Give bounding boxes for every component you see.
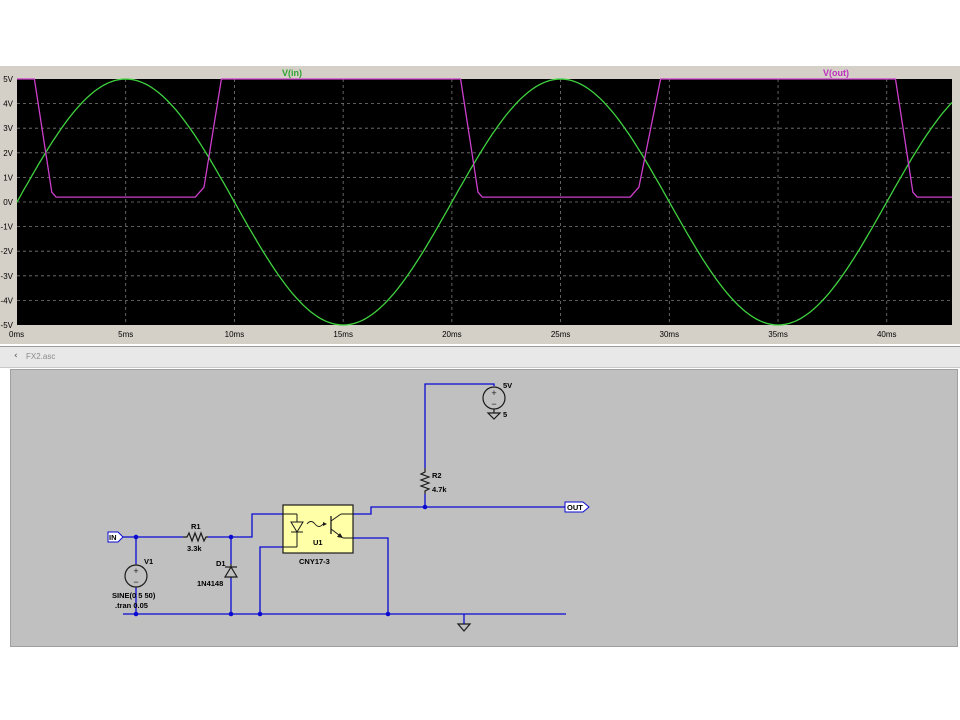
schematic-icon: ‹ <box>14 351 18 361</box>
u1-value: CNY17-3 <box>299 557 330 566</box>
junction-dot <box>228 534 234 540</box>
y-tick-label: 0V <box>3 198 13 207</box>
r1-name: R1 <box>191 522 201 531</box>
u1-name: U1 <box>313 538 323 547</box>
r1-resistor[interactable] <box>183 531 208 543</box>
x-tick-label: 40ms <box>877 330 897 339</box>
y-tick-label: 4V <box>3 100 13 109</box>
x-tick-label: 30ms <box>660 330 680 339</box>
d1-diode[interactable] <box>223 564 239 578</box>
waveform-plot[interactable]: 5V 4V 3V 2V 1V 0V -1V -2V -3V -4V -5V 0ms 5ms 10ms 15… <box>0 66 960 344</box>
y-tick-labels: 5V 4V 3V 2V 1V 0V -1V -2V -3V -4V -5V <box>1 75 14 330</box>
x-tick-label: 10ms <box>225 330 245 339</box>
y-tick-label: -2V <box>1 247 14 256</box>
x-tick-label: 5ms <box>118 330 133 339</box>
y-tick-label: 5V <box>3 75 13 84</box>
schematic-drawing[interactable]: IN OUT + − V1 SINE(0 5 50) .tran 0.05 R1 <box>11 370 957 646</box>
junction-dots <box>133 504 428 617</box>
v1-value: SINE(0 5 50) <box>112 591 156 600</box>
r2-resistor[interactable] <box>419 468 431 494</box>
in-port-label: IN <box>109 533 117 542</box>
r2-value: 4.7k <box>432 485 447 494</box>
ground-icon[interactable] <box>456 623 472 632</box>
svg-text:+: + <box>491 388 496 398</box>
wire <box>259 546 283 614</box>
y-tick-label: -3V <box>1 272 14 281</box>
waveform-viewer[interactable]: 5V 4V 3V 2V 1V 0V -1V -2V -3V -4V -5V 0ms 5ms 10ms 15… <box>0 66 960 344</box>
wire <box>353 537 389 614</box>
junction-dot <box>257 611 263 617</box>
y-tick-label: 1V <box>3 173 13 182</box>
v2-value: 5 <box>503 410 507 419</box>
out-port-label: OUT <box>567 503 583 512</box>
svg-text:−: − <box>133 577 138 587</box>
v1-source[interactable]: + − <box>124 564 148 588</box>
x-tick-label: 25ms <box>551 330 571 339</box>
v2-name: 5V <box>503 381 512 390</box>
d1-name: D1 <box>216 559 226 568</box>
x-tick-label: 15ms <box>333 330 353 339</box>
legend-v-out[interactable]: V(out) <box>823 68 849 78</box>
r1-value: 3.3k <box>187 544 202 553</box>
x-tick-labels: 0ms 5ms 10ms 15ms 20ms 25ms 30ms 35ms 40ms <box>9 330 897 339</box>
schematic-window: ‹ FX2.asc IN OUT + − V1 SINE(0 5 50) .tr… <box>0 346 960 649</box>
junction-dot <box>422 504 428 510</box>
y-tick-label: 2V <box>3 149 13 158</box>
wire <box>353 506 565 515</box>
tran-directive: .tran 0.05 <box>115 601 148 610</box>
x-tick-label: 35ms <box>768 330 788 339</box>
y-tick-label: -4V <box>1 296 14 305</box>
svg-text:−: − <box>491 399 496 409</box>
out-port[interactable]: OUT <box>564 501 590 513</box>
schematic-tab-title: FX2.asc <box>26 352 56 361</box>
schematic-canvas[interactable]: IN OUT + − V1 SINE(0 5 50) .tran 0.05 R1 <box>10 369 958 647</box>
wires <box>123 383 566 624</box>
v1-name: V1 <box>144 557 153 566</box>
svg-text:+: + <box>133 566 138 576</box>
in-port[interactable]: IN <box>107 531 124 543</box>
junction-dot <box>385 611 391 617</box>
y-tick-label: -5V <box>1 321 14 330</box>
junction-dot <box>133 534 139 540</box>
y-tick-label: -1V <box>1 223 14 232</box>
wire <box>208 513 283 538</box>
v2-source[interactable]: + − <box>482 386 506 420</box>
junction-dot <box>133 611 139 617</box>
schematic-tab[interactable]: ‹ FX2.asc <box>0 347 960 368</box>
x-tick-label: 20ms <box>442 330 462 339</box>
legend-v-in[interactable]: V(in) <box>282 68 302 78</box>
y-tick-label: 3V <box>3 124 13 133</box>
junction-dot <box>228 611 234 617</box>
d1-value: 1N4148 <box>197 579 223 588</box>
r2-name: R2 <box>432 471 442 480</box>
x-tick-label: 0ms <box>9 330 24 339</box>
